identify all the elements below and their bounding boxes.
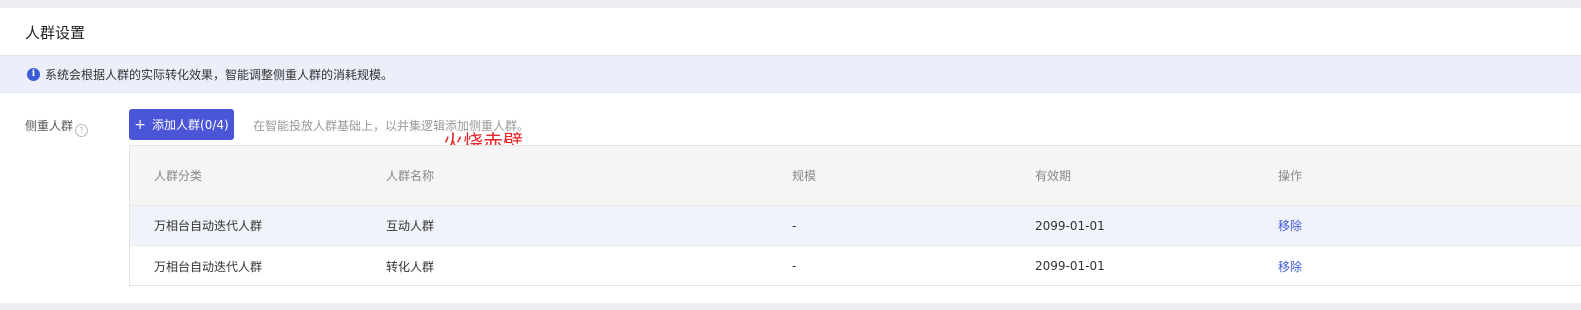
table-row: 万相台自动迭代人群 互动人群 - 2099-01-01 移除 (130, 206, 1581, 246)
column-header-valid-until: 有效期 (1035, 169, 1072, 183)
info-icon: i (27, 68, 40, 81)
remove-link[interactable]: 移除 (1278, 206, 1302, 245)
column-header-action: 操作 (1278, 169, 1303, 183)
table-row: 万相台自动迭代人群 转化人群 - 2099-01-01 移除 (130, 246, 1581, 286)
table-header: 人群分类 人群名称 规模 有效期 操作 (130, 146, 1581, 206)
cell-category: 万相台自动迭代人群 (154, 219, 263, 233)
cell-name: 转化人群 (386, 259, 435, 274)
add-crowd-button[interactable]: + 添加人群(0/4) (129, 109, 234, 140)
cell-valid-until: 2099-01-01 (1035, 259, 1105, 273)
crowd-table: 人群分类 人群名称 规模 有效期 操作 万相台自动迭代人群 互动人群 - 209… (129, 145, 1581, 286)
help-icon[interactable]: ? (75, 124, 89, 137)
notice-text: 系统会根据人群的实际转化效果，智能调整侧重人群的消耗规模。 (45, 68, 394, 82)
crowd-settings-panel: 人群设置 i 系统会根据人群的实际转化效果，智能调整侧重人群的消耗规模。 侧重人… (0, 8, 1581, 303)
info-notice-bar: i 系统会根据人群的实际转化效果，智能调整侧重人群的消耗规模。 (0, 55, 1581, 93)
column-header-name: 人群名称 (386, 169, 435, 183)
add-crowd-button-label: 添加人群(0/4) (152, 118, 229, 132)
focus-crowd-label-text: 侧重人群 (25, 119, 74, 133)
cell-scale: - (792, 218, 797, 233)
focus-crowd-label: 侧重人群? (25, 117, 89, 137)
cell-name: 互动人群 (386, 219, 435, 233)
plus-icon: + (134, 116, 147, 133)
cell-category: 万相台自动迭代人群 (154, 259, 263, 274)
cell-valid-until: 2099-01-01 (1035, 218, 1105, 233)
column-header-category: 人群分类 (154, 169, 203, 183)
panel-title: 人群设置 (25, 24, 86, 42)
remove-link[interactable]: 移除 (1278, 246, 1302, 286)
column-header-scale: 规模 (792, 169, 817, 183)
cell-scale: - (792, 259, 797, 273)
